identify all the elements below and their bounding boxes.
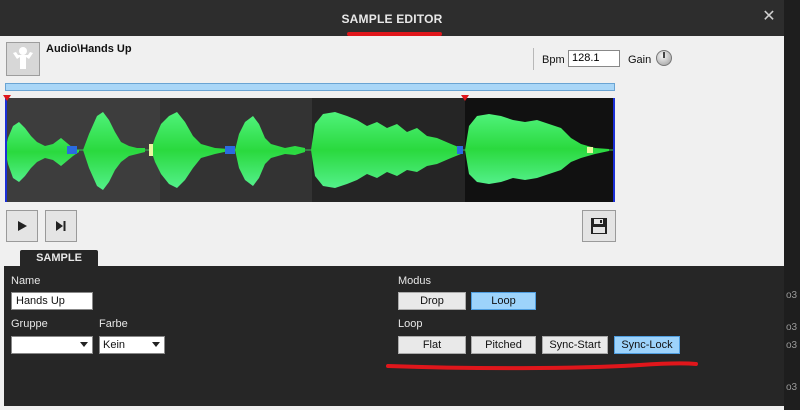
bpm-input[interactable] bbox=[568, 50, 620, 67]
cue-marker[interactable] bbox=[461, 95, 469, 101]
annotation-underline-loop bbox=[386, 361, 698, 371]
header-divider bbox=[533, 48, 534, 70]
play-button[interactable] bbox=[6, 210, 38, 242]
mode-drop-button[interactable]: Drop bbox=[398, 292, 466, 310]
name-label: Name bbox=[11, 275, 41, 287]
mode-loop-button[interactable]: Loop bbox=[471, 292, 536, 310]
color-label: Farbe bbox=[99, 318, 128, 330]
group-label: Gruppe bbox=[11, 318, 48, 330]
chevron-down-icon bbox=[152, 342, 160, 347]
name-input[interactable] bbox=[11, 292, 93, 310]
save-button[interactable] bbox=[582, 210, 616, 242]
tab-sample[interactable]: SAMPLE bbox=[20, 250, 98, 267]
loop-start-marker[interactable] bbox=[3, 95, 11, 101]
loop-flat-button[interactable]: Flat bbox=[398, 336, 466, 354]
skip-to-end-icon bbox=[56, 221, 66, 231]
close-icon[interactable]: ✕ bbox=[760, 8, 778, 26]
loop-label: Loop bbox=[398, 318, 423, 330]
sample-panel: Name Gruppe Farbe Kein Modus Drop Loop L… bbox=[4, 266, 784, 406]
bpm-label: Bpm bbox=[542, 54, 565, 66]
group-select[interactable] bbox=[11, 336, 93, 354]
track-name: Audio\Hands Up bbox=[46, 43, 132, 55]
annotation-underline-title bbox=[347, 32, 442, 36]
waveform-display[interactable] bbox=[5, 98, 615, 202]
loop-pitched-button[interactable]: Pitched bbox=[471, 336, 536, 354]
background-fragment: o3 bbox=[786, 382, 798, 393]
waveform-scrollbar[interactable] bbox=[5, 83, 615, 91]
gain-label: Gain bbox=[628, 54, 652, 66]
color-select-value: Kein bbox=[103, 339, 126, 351]
loop-sync-start-button[interactable]: Sync-Start bbox=[542, 336, 608, 354]
background-fragment: o3 bbox=[786, 322, 798, 333]
background-fragment: o3 bbox=[786, 290, 798, 301]
chevron-down-icon bbox=[80, 342, 88, 347]
mode-label: Modus bbox=[398, 275, 432, 287]
background-fragment: o3 bbox=[786, 340, 798, 351]
loop-sync-lock-button[interactable]: Sync-Lock bbox=[614, 336, 680, 354]
floppy-disk-icon bbox=[591, 218, 607, 234]
muscle-figure-icon bbox=[13, 47, 33, 69]
gain-knob[interactable] bbox=[656, 50, 672, 66]
play-icon bbox=[18, 221, 27, 231]
skip-button[interactable] bbox=[45, 210, 77, 242]
window-title: SAMPLE EDITOR bbox=[341, 12, 443, 26]
title-bar: SAMPLE EDITOR ✕ bbox=[0, 0, 784, 36]
sample-editor-window: SAMPLE EDITOR ✕ Audio\Hands Up Bpm Gain bbox=[0, 0, 784, 410]
sample-thumbnail bbox=[6, 42, 40, 76]
color-select[interactable]: Kein bbox=[99, 336, 165, 354]
